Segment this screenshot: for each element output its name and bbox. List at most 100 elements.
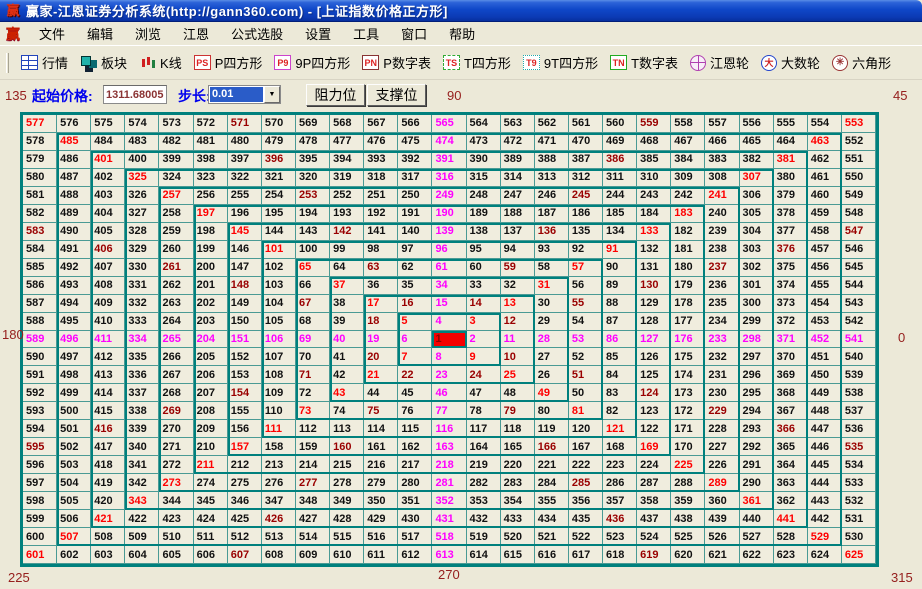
grid-cell[interactable]: 197 bbox=[194, 205, 228, 223]
grid-cell[interactable]: 533 bbox=[842, 474, 876, 492]
grid-cell[interactable]: 565 bbox=[432, 115, 466, 133]
grid-cell[interactable]: 169 bbox=[637, 438, 671, 456]
grid-cell[interactable]: 597 bbox=[23, 474, 57, 492]
grid-cell[interactable]: 207 bbox=[194, 384, 228, 402]
grid-cell[interactable]: 157 bbox=[228, 438, 262, 456]
grid-cell[interactable]: 595 bbox=[23, 438, 57, 456]
grid-cell[interactable]: 502 bbox=[57, 438, 91, 456]
grid-cell[interactable]: 622 bbox=[740, 546, 774, 564]
grid-cell[interactable]: 87 bbox=[603, 313, 637, 331]
grid-cell[interactable]: 340 bbox=[125, 438, 159, 456]
grid-cell[interactable]: 488 bbox=[57, 187, 91, 205]
grid-cell[interactable]: 469 bbox=[603, 133, 637, 151]
menu-item[interactable]: 文件 bbox=[28, 21, 76, 46]
grid-cell[interactable]: 183 bbox=[671, 205, 705, 223]
grid-cell[interactable]: 611 bbox=[364, 546, 398, 564]
grid-cell[interactable]: 466 bbox=[705, 133, 739, 151]
grid-cell[interactable]: 434 bbox=[535, 510, 569, 528]
grid-cell[interactable]: 89 bbox=[603, 277, 637, 295]
grid-cell[interactable]: 94 bbox=[501, 241, 535, 259]
grid-cell[interactable]: 38 bbox=[330, 295, 364, 313]
menu-item[interactable]: 江恩 bbox=[172, 21, 220, 46]
grid-cell[interactable]: 380 bbox=[774, 169, 808, 187]
grid-cell[interactable]: 135 bbox=[569, 223, 603, 241]
grid-cell[interactable]: 139 bbox=[432, 223, 466, 241]
grid-cell[interactable]: 93 bbox=[535, 241, 569, 259]
grid-cell[interactable]: 46 bbox=[432, 384, 466, 402]
grid-cell[interactable]: 263 bbox=[159, 295, 193, 313]
grid-cell[interactable]: 33 bbox=[467, 277, 501, 295]
grid-cell[interactable]: 218 bbox=[432, 456, 466, 474]
grid-cell[interactable]: 253 bbox=[296, 187, 330, 205]
grid-cell[interactable]: 251 bbox=[364, 187, 398, 205]
grid-cell[interactable]: 614 bbox=[467, 546, 501, 564]
grid-cell[interactable]: 29 bbox=[535, 313, 569, 331]
grid-cell[interactable]: 162 bbox=[398, 438, 432, 456]
grid-cell[interactable]: 457 bbox=[808, 241, 842, 259]
grid-cell[interactable]: 511 bbox=[194, 528, 228, 546]
grid-cell[interactable]: 292 bbox=[740, 438, 774, 456]
grid-cell[interactable]: 408 bbox=[91, 277, 125, 295]
toolbar-item[interactable]: 行情 bbox=[15, 51, 74, 74]
grid-cell[interactable]: 359 bbox=[671, 492, 705, 510]
grid-cell[interactable]: 612 bbox=[398, 546, 432, 564]
grid-cell[interactable]: 309 bbox=[671, 169, 705, 187]
grid-cell[interactable]: 149 bbox=[228, 295, 262, 313]
grid-cell[interactable]: 78 bbox=[467, 402, 501, 420]
grid-cell[interactable]: 278 bbox=[330, 474, 364, 492]
grid-cell[interactable]: 495 bbox=[57, 313, 91, 331]
grid-cell[interactable]: 368 bbox=[774, 384, 808, 402]
grid-cell[interactable]: 560 bbox=[603, 115, 637, 133]
grid-cell[interactable]: 122 bbox=[637, 420, 671, 438]
grid-cell[interactable]: 264 bbox=[159, 313, 193, 331]
grid-cell[interactable]: 132 bbox=[637, 241, 671, 259]
grid-cell[interactable]: 429 bbox=[364, 510, 398, 528]
grid-cell[interactable]: 130 bbox=[637, 277, 671, 295]
grid-cell[interactable]: 538 bbox=[842, 384, 876, 402]
grid-cell[interactable]: 118 bbox=[501, 420, 535, 438]
grid-cell[interactable]: 98 bbox=[364, 241, 398, 259]
grid-cell[interactable]: 287 bbox=[637, 474, 671, 492]
grid-cell[interactable]: 564 bbox=[467, 115, 501, 133]
grid-cell[interactable]: 337 bbox=[125, 384, 159, 402]
grid-cell[interactable]: 578 bbox=[23, 133, 57, 151]
grid-cell[interactable]: 376 bbox=[774, 241, 808, 259]
grid-cell[interactable]: 371 bbox=[774, 331, 808, 349]
grid-cell[interactable]: 145 bbox=[228, 223, 262, 241]
grid-cell[interactable]: 231 bbox=[705, 366, 739, 384]
grid-cell[interactable]: 100 bbox=[296, 241, 330, 259]
grid-cell[interactable]: 314 bbox=[501, 169, 535, 187]
grid-cell[interactable]: 282 bbox=[467, 474, 501, 492]
grid-cell[interactable]: 159 bbox=[296, 438, 330, 456]
grid-cell[interactable]: 283 bbox=[501, 474, 535, 492]
grid-cell[interactable]: 103 bbox=[262, 277, 296, 295]
grid-cell[interactable]: 164 bbox=[467, 438, 501, 456]
grid-cell[interactable]: 366 bbox=[774, 420, 808, 438]
grid-cell[interactable]: 23 bbox=[432, 366, 466, 384]
grid-cell[interactable]: 351 bbox=[398, 492, 432, 510]
grid-cell[interactable]: 459 bbox=[808, 205, 842, 223]
grid-cell[interactable]: 232 bbox=[705, 348, 739, 366]
toolbar-item[interactable]: 板块 bbox=[74, 51, 133, 74]
grid-cell[interactable]: 134 bbox=[603, 223, 637, 241]
grid-cell[interactable]: 301 bbox=[740, 277, 774, 295]
grid-cell[interactable]: 576 bbox=[57, 115, 91, 133]
grid-cell[interactable]: 311 bbox=[603, 169, 637, 187]
grid-cell[interactable]: 530 bbox=[842, 528, 876, 546]
grid-cell[interactable]: 482 bbox=[159, 133, 193, 151]
grid-cell[interactable]: 42 bbox=[330, 366, 364, 384]
grid-cell[interactable]: 217 bbox=[398, 456, 432, 474]
grid-cell[interactable]: 137 bbox=[501, 223, 535, 241]
grid-cell[interactable]: 7 bbox=[398, 348, 432, 366]
grid-cell[interactable]: 361 bbox=[740, 492, 774, 510]
grid-cell[interactable]: 56 bbox=[569, 277, 603, 295]
grid-cell[interactable]: 153 bbox=[228, 366, 262, 384]
grid-cell[interactable]: 252 bbox=[330, 187, 364, 205]
grid-cell[interactable]: 479 bbox=[262, 133, 296, 151]
grid-cell[interactable]: 154 bbox=[228, 384, 262, 402]
grid-cell[interactable]: 16 bbox=[398, 295, 432, 313]
grid-cell[interactable]: 4 bbox=[432, 313, 466, 331]
grid-cell[interactable]: 525 bbox=[671, 528, 705, 546]
grid-cell[interactable]: 19 bbox=[364, 331, 398, 349]
grid-cell[interactable]: 289 bbox=[705, 474, 739, 492]
